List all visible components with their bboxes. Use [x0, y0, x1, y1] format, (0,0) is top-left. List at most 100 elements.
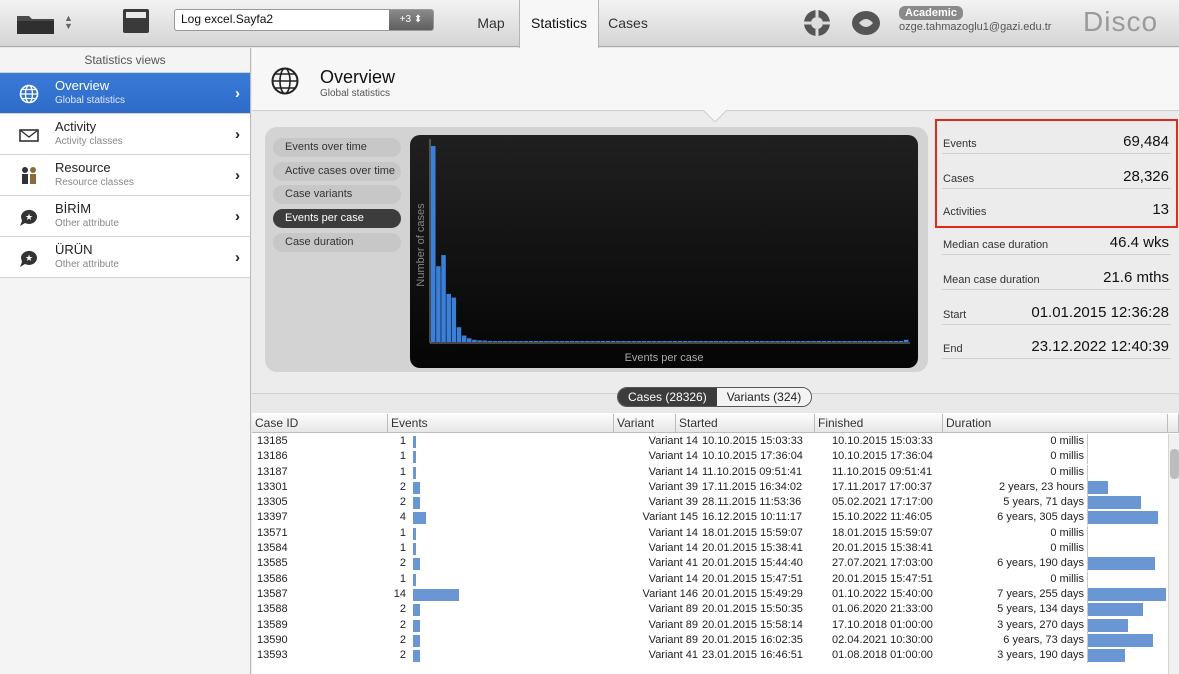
events-cell: 2	[399, 603, 406, 616]
events-cell: 1	[399, 450, 406, 463]
finished-cell: 10.10.2015 15:03:33	[832, 435, 933, 447]
log-selector[interactable]: Log excel.Sayfa2 +3 ⬍	[174, 9, 434, 31]
envelope-icon	[19, 129, 39, 142]
chart-bar	[477, 340, 482, 342]
tab-map[interactable]: Map	[463, 0, 519, 47]
column-header-case-id[interactable]: Case ID	[252, 414, 388, 433]
duration-cell: 6 years, 190 days	[997, 557, 1084, 570]
table-row[interactable]: 13590 2 Variant 89 20.01.2015 16:02:35 02.04…	[252, 632, 1168, 648]
events-bar	[413, 466, 417, 479]
events-bar	[413, 573, 417, 586]
finished-cell: 01.08.2018 01:00:00	[832, 649, 933, 662]
table-row[interactable]: 13301 2 Variant 39 17.11.2015 16:34:02 17.11…	[252, 479, 1168, 495]
table-row[interactable]: 13588 2 Variant 89 20.01.2015 15:50:35 01.06…	[252, 602, 1168, 618]
duration-bar	[1088, 587, 1166, 601]
scrollbar-thumb[interactable]	[1170, 449, 1179, 479]
table-row[interactable]: 13587 14 Variant 146 20.01.2015 15:49:29 01.…	[252, 586, 1168, 602]
sidebar-item-urun[interactable]: ★ ÜRÜN Other attribute ›	[0, 237, 250, 278]
events-cell: 2	[399, 496, 406, 509]
finished-cell: 17.10.2018 01:00:00	[832, 618, 933, 631]
table-row[interactable]: 13187 1 Variant 14 11.10.2015 09:51:41 11.10…	[252, 464, 1168, 480]
events-bar	[413, 543, 417, 556]
events-bar	[413, 512, 427, 525]
chart-view-events-per-case[interactable]: Events per case	[273, 209, 401, 228]
table-row[interactable]: 13593 2 Variant 41 23.01.2015 16:46:51 01.08…	[252, 648, 1168, 664]
stat-end: End 23.12.2022 12:40:39	[942, 331, 1171, 359]
sidebar-item-overview[interactable]: Overview Global statistics ›	[0, 73, 250, 114]
chart-view-case-duration[interactable]: Case duration	[273, 233, 401, 252]
case-id-cell: 13593	[257, 649, 288, 662]
vertical-scrollbar[interactable]	[1168, 434, 1179, 674]
duration-cell: 0 millis	[1050, 542, 1084, 555]
bug-icon[interactable]	[850, 8, 882, 38]
chart-view-case-variants[interactable]: Case variants	[273, 185, 401, 204]
sidebar-item-activity[interactable]: Activity Activity classes ›	[0, 114, 250, 155]
table-row[interactable]: 13584 1 Variant 14 20.01.2015 15:38:41 20.01…	[252, 541, 1168, 557]
chart-bar	[626, 341, 631, 342]
stat-start: Start 01.01.2015 12:36:28	[942, 297, 1171, 325]
started-cell: 18.01.2015 15:59:07	[702, 526, 803, 539]
duration-cell: 6 years, 305 days	[997, 511, 1084, 524]
duration-bar	[1088, 633, 1153, 647]
finished-cell: 20.01.2015 15:47:51	[832, 572, 933, 585]
chart-bar	[472, 339, 477, 342]
finished-cell: 01.10.2022 15:40:00	[832, 587, 933, 600]
duration-cell: 5 years, 134 days	[997, 603, 1084, 616]
variant-cell: Variant 14	[648, 572, 698, 585]
tab-statistics[interactable]: Statistics	[519, 0, 599, 48]
sidebar-item-birim[interactable]: ★ BİRİM Other attribute ›	[0, 196, 250, 237]
chart-bar	[672, 341, 678, 342]
chart-bar	[662, 341, 667, 342]
chart-view-events-over-time[interactable]: Events over time	[273, 138, 401, 157]
table-row[interactable]: 13586 1 Variant 14 20.01.2015 15:47:51 20.01…	[252, 571, 1168, 587]
events-bar	[413, 588, 459, 601]
chart-bar	[533, 341, 539, 342]
chart-bar	[744, 341, 750, 342]
table-row[interactable]: 13186 1 Variant 14 10.10.2015 17:36:04 10.10…	[252, 449, 1168, 465]
chart-svg: Number of cases Events per case	[415, 139, 910, 364]
column-header-events[interactable]: Events	[388, 414, 614, 433]
events-bar	[413, 650, 420, 663]
document-icon[interactable]	[122, 8, 150, 34]
chevron-right-icon: ›	[235, 167, 240, 184]
chart-bar	[549, 341, 554, 342]
chart-bar	[431, 146, 436, 342]
table-row[interactable]: 13305 2 Variant 39 28.11.2015 11:53:36 05.02…	[252, 495, 1168, 511]
table-row[interactable]: 13397 4 Variant 145 16.12.2015 10:11:17 15.1…	[252, 510, 1168, 526]
table-row[interactable]: 13589 2 Variant 89 20.01.2015 15:58:14 17.10…	[252, 617, 1168, 633]
column-header-finished[interactable]: Finished	[815, 414, 943, 433]
column-header-duration[interactable]: Duration	[943, 414, 1168, 433]
toggle-variants[interactable]: Variants (324)	[716, 388, 812, 406]
chart-bar	[492, 341, 498, 342]
duration-cell: 6 years, 73 days	[1003, 633, 1084, 646]
lifebuoy-icon[interactable]	[801, 8, 833, 38]
started-cell: 16.12.2015 10:11:17	[702, 511, 803, 524]
chart-view-active-cases[interactable]: Active cases over time	[273, 162, 401, 181]
folder-icon[interactable]	[16, 13, 56, 35]
column-header-started[interactable]: Started	[676, 414, 815, 433]
chart-bar	[821, 341, 827, 342]
chart-bar	[466, 338, 472, 342]
sort-arrows-icon[interactable]: ▲ ▼	[64, 14, 73, 31]
chart-bar	[569, 341, 575, 342]
case-id-cell: 13301	[257, 480, 288, 493]
chart-bar	[687, 341, 693, 342]
chart-bar	[847, 341, 852, 342]
sidebar-item-label: Activity	[55, 119, 97, 134]
chart-bar	[487, 340, 493, 342]
log-variants-stepper[interactable]: +3 ⬍	[389, 10, 433, 30]
variant-cell: Variant 39	[648, 480, 698, 493]
chart-bar	[811, 341, 816, 342]
chart-bar	[739, 341, 744, 342]
column-header-variant[interactable]: Variant	[614, 414, 676, 433]
table-row[interactable]: 13585 2 Variant 41 20.01.2015 15:44:40 27.07…	[252, 556, 1168, 572]
table-row[interactable]: 13185 1 Variant 14 10.10.2015 15:03:33 10.10…	[252, 434, 1168, 449]
chart-bar	[497, 341, 503, 342]
duration-bar-axis	[1087, 571, 1088, 587]
tag-bubble-icon: ★	[20, 250, 37, 267]
sidebar-item-resource[interactable]: Resource Resource classes ›	[0, 155, 250, 196]
chart-bar	[801, 341, 806, 342]
tab-cases[interactable]: Cases	[600, 0, 656, 47]
toggle-cases[interactable]: Cases (28326)	[618, 388, 717, 406]
table-row[interactable]: 13571 1 Variant 14 18.01.2015 15:59:07 18.01…	[252, 525, 1168, 541]
